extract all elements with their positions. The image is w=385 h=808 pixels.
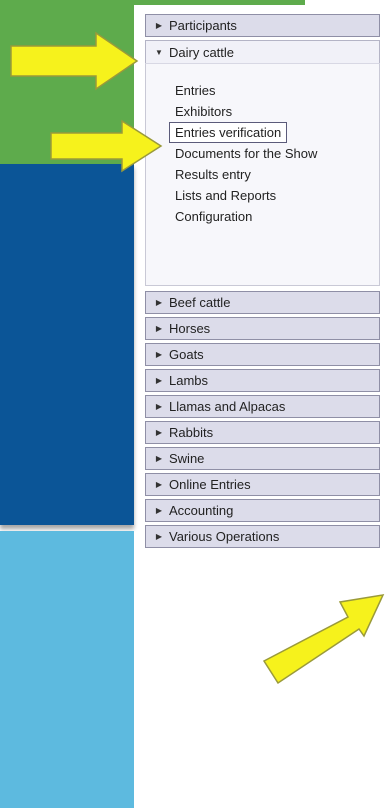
accordion-header-dairy-cattle[interactable]: ▼ Dairy cattle xyxy=(145,40,380,63)
menu-item-configuration[interactable]: Configuration xyxy=(169,206,258,227)
accordion-header-various-operations[interactable]: ▶ Various Operations xyxy=(145,525,380,548)
accordion-menu: ▶ Participants ▼ Dairy cattle Entries Exhibit… xyxy=(145,14,380,551)
accordion-header-swine[interactable]: ▶ Swine xyxy=(145,447,380,470)
accordion-header-online-entries[interactable]: ▶ Online Entries xyxy=(145,473,380,496)
triangle-right-icon: ▶ xyxy=(155,428,163,437)
triangle-right-icon: ▶ xyxy=(155,454,163,463)
green-background-strip xyxy=(134,0,305,5)
accordion-header-goats[interactable]: ▶ Goats xyxy=(145,343,380,366)
accordion-header-horses[interactable]: ▶ Horses xyxy=(145,317,380,340)
accordion-header-label: Participants xyxy=(169,18,237,33)
menu-item-results-entry[interactable]: Results entry xyxy=(169,164,257,185)
accordion-header-label: Accounting xyxy=(169,503,234,518)
accordion-header-beef-cattle[interactable]: ▶ Beef cattle xyxy=(145,291,380,314)
accordion-header-accounting[interactable]: ▶ Accounting xyxy=(145,499,380,522)
accordion-panel-dairy-cattle: Entries Exhibitors Entries verification Doc… xyxy=(145,63,380,286)
accordion-header-label: Online Entries xyxy=(169,477,251,492)
pointer-arrow-corner xyxy=(262,594,385,685)
sky-background-panel xyxy=(0,531,134,808)
accordion-header-label: Dairy cattle xyxy=(169,44,235,60)
triangle-right-icon: ▶ xyxy=(155,350,163,359)
accordion-header-label: Llamas and Alpacas xyxy=(169,399,286,414)
triangle-right-icon: ▶ xyxy=(155,480,163,489)
navy-background-panel xyxy=(0,164,134,525)
accordion-header-llamas-and-alpacas[interactable]: ▶ Llamas and Alpacas xyxy=(145,395,380,418)
accordion-header-participants[interactable]: ▶ Participants xyxy=(145,14,380,37)
green-background-panel xyxy=(0,0,134,164)
menu-item-entries[interactable]: Entries xyxy=(169,80,221,101)
accordion-header-label: Rabbits xyxy=(169,425,214,440)
triangle-right-icon: ▶ xyxy=(155,21,163,30)
accordion-header-label: Beef cattle xyxy=(169,295,231,310)
menu-item-entries-verification[interactable]: Entries verification xyxy=(169,122,288,143)
triangle-right-icon: ▶ xyxy=(155,402,163,411)
menu-item-lists-and-reports[interactable]: Lists and Reports xyxy=(169,185,282,206)
triangle-right-icon: ▶ xyxy=(155,506,163,515)
triangle-right-icon: ▶ xyxy=(155,298,163,307)
menu-item-documents-for-the-show[interactable]: Documents for the Show xyxy=(169,143,323,164)
triangle-right-icon: ▶ xyxy=(155,324,163,333)
accordion-header-rabbits[interactable]: ▶ Rabbits xyxy=(145,421,380,444)
accordion-header-label: Various Operations xyxy=(169,529,280,544)
accordion-header-lambs[interactable]: ▶ Lambs xyxy=(145,369,380,392)
accordion-header-label: Goats xyxy=(169,347,204,362)
menu-item-exhibitors[interactable]: Exhibitors xyxy=(169,101,238,122)
triangle-down-icon: ▼ xyxy=(155,47,163,57)
accordion-header-label: Horses xyxy=(169,321,211,336)
triangle-right-icon: ▶ xyxy=(155,376,163,385)
accordion-header-label: Swine xyxy=(169,451,205,466)
triangle-right-icon: ▶ xyxy=(155,532,163,541)
accordion-header-label: Lambs xyxy=(169,373,209,388)
